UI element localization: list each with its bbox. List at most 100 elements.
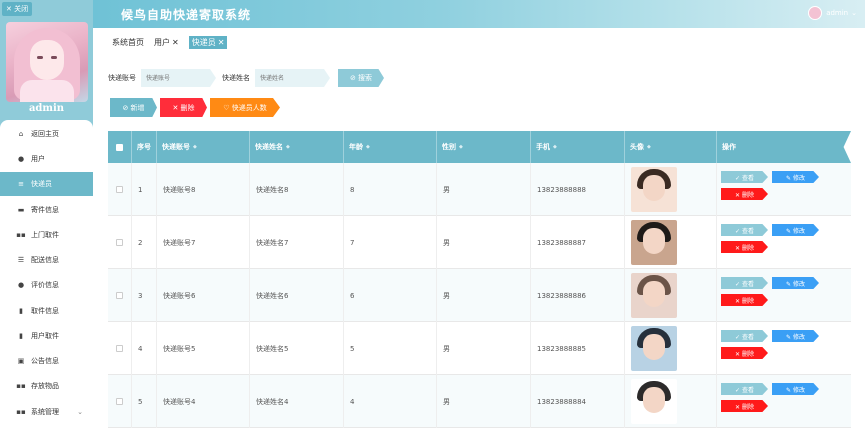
courier-photo[interactable] <box>631 379 677 424</box>
courier-photo[interactable] <box>631 326 677 371</box>
grid-icon: ▪▪ <box>16 231 26 239</box>
add-button[interactable]: ⊘ 新增 <box>110 98 157 117</box>
user-menu[interactable]: admin ⌄ <box>808 6 857 20</box>
remove-button[interactable]: ✕ 删除 <box>721 188 768 200</box>
table-row: 4 快递账号5 快递姓名5 5 男 13823888885 ✓ 查看 ✎ 修改 ✕ 删除 <box>108 322 851 375</box>
cell-gender: 男 <box>437 269 531 322</box>
row-checkbox[interactable] <box>108 322 132 375</box>
view-button[interactable]: ✓ 查看 <box>721 277 768 289</box>
cell-phone: 13823888884 <box>531 375 625 428</box>
view-button[interactable]: ✓ 查看 <box>721 330 768 342</box>
user-icon: ● <box>17 155 25 163</box>
sidebar-item-home[interactable]: ⌂ 返回主页 <box>0 122 93 146</box>
courier-photo[interactable] <box>631 220 677 265</box>
column-index: 序号 <box>132 131 157 163</box>
row-checkbox[interactable] <box>108 269 132 322</box>
edit-button[interactable]: ✎ 修改 <box>772 171 819 183</box>
cell-operations: ✓ 查看 ✎ 修改 ✕ 删除 <box>717 163 851 216</box>
account-label: 快递账号 <box>108 74 136 82</box>
table-row: 2 快递账号7 快递姓名7 7 男 13823888887 ✓ 查看 ✎ 修改 ✕ 删除 <box>108 216 851 269</box>
sidebar-item-users[interactable]: ● 用户 <box>0 147 93 171</box>
close-icon[interactable]: ✕ <box>218 38 225 47</box>
sidebar-item-delivery-info[interactable]: ☰ 配送信息 <box>0 248 93 272</box>
edit-button[interactable]: ✎ 修改 <box>772 383 819 395</box>
cell-index: 3 <box>132 269 157 322</box>
cell-avatar <box>625 322 717 375</box>
remove-button[interactable]: ✕ 删除 <box>721 400 768 412</box>
view-button[interactable]: ✓ 查看 <box>721 224 768 236</box>
column-age[interactable]: 年龄 ◆ <box>344 131 437 163</box>
name-search-input[interactable] <box>255 69 330 87</box>
edit-button[interactable]: ✎ 修改 <box>772 277 819 289</box>
table-row: 3 快递账号6 快递姓名6 6 男 13823888886 ✓ 查看 ✎ 修改 ✕ 删除 <box>108 269 851 322</box>
cell-operations: ✓ 查看 ✎ 修改 ✕ 删除 <box>717 216 851 269</box>
courier-photo[interactable] <box>631 273 677 318</box>
remove-button[interactable]: ✕ 删除 <box>721 294 768 306</box>
cell-age: 8 <box>344 163 437 216</box>
cell-name: 快递姓名8 <box>250 163 344 216</box>
remove-button[interactable]: ✕ 删除 <box>721 347 768 359</box>
user-avatar <box>808 6 823 20</box>
sort-icon: ◆ <box>193 144 197 150</box>
trash-icon: ▮ <box>19 307 23 315</box>
column-account[interactable]: 快递账号 ◆ <box>157 131 250 163</box>
view-button[interactable]: ✓ 查看 <box>721 171 768 183</box>
monitor-icon: ▬ <box>17 206 25 214</box>
sidebar-item-reviews[interactable]: ● 评价信息 <box>0 273 93 297</box>
column-phone[interactable]: 手机 ◆ <box>531 131 625 163</box>
cell-gender: 男 <box>437 375 531 428</box>
cell-age: 4 <box>344 375 437 428</box>
sidebar-item-pickup-info[interactable]: ▮ 取件信息 <box>0 299 93 323</box>
row-checkbox[interactable] <box>108 216 132 269</box>
user-name: admin <box>826 9 849 17</box>
sort-icon: ◆ <box>647 144 651 150</box>
list-icon: ≡ <box>18 180 24 188</box>
cell-operations: ✓ 查看 ✎ 修改 ✕ 删除 <box>717 269 851 322</box>
column-avatar[interactable]: 头像 ◆ <box>625 131 717 163</box>
cell-account: 快递账号5 <box>157 322 250 375</box>
view-button[interactable]: ✓ 查看 <box>721 383 768 395</box>
top-header: 候鸟自助快递寄取系统 admin ⌄ <box>93 0 865 28</box>
sidebar-item-pickup[interactable]: ▪▪ 上门取件 <box>0 223 93 247</box>
sidebar-item-user-pickup[interactable]: ▮ 用户取件 <box>0 324 93 348</box>
column-name[interactable]: 快递姓名 ◆ <box>250 131 344 163</box>
tab-users[interactable]: 用户 ✕ <box>154 37 179 48</box>
cell-account: 快递账号7 <box>157 216 250 269</box>
courier-photo[interactable] <box>631 167 677 212</box>
row-checkbox[interactable] <box>108 163 132 216</box>
row-checkbox[interactable] <box>108 375 132 428</box>
remove-button[interactable]: ✕ 删除 <box>721 241 768 253</box>
sidebar-item-storage[interactable]: ▪▪ 存放物品 <box>0 374 93 398</box>
tab-couriers[interactable]: 快递员 ✕ <box>188 36 228 49</box>
edit-button[interactable]: ✎ 修改 <box>772 224 819 236</box>
sidebar-menu: ⌂ 返回主页 ● 用户 ≡ 快递员 ▬ 寄件信息 ▪▪ 上门取件 ☰ 配送信息 ● 评价信息 … <box>0 120 93 425</box>
search-button[interactable]: ⊘ 搜索 <box>338 69 384 87</box>
delete-button[interactable]: ✕ 删除 <box>160 98 207 117</box>
pin-icon: ● <box>17 281 25 289</box>
cell-phone: 13823888886 <box>531 269 625 322</box>
edit-button[interactable]: ✎ 修改 <box>772 330 819 342</box>
sidebar-item-announcements[interactable]: ▣ 公告信息 <box>0 349 93 373</box>
close-icon[interactable]: ✕ <box>172 38 179 47</box>
account-search-input[interactable] <box>141 69 216 87</box>
courier-count-button[interactable]: ♡ 快递员人数 <box>210 98 280 117</box>
sort-icon: ◆ <box>366 144 370 150</box>
bucket-icon: ▮ <box>19 332 23 340</box>
sidebar-item-couriers[interactable]: ≡ 快递员 <box>0 172 93 196</box>
cell-gender: 男 <box>437 216 531 269</box>
sidebar: ✕ 关闭 admin ⌂ 返回主页 ● 用户 ≡ 快递员 ▬ 寄件信息 ▪▪ 上门取件 ☰… <box>0 0 93 425</box>
cell-phone: 13823888888 <box>531 163 625 216</box>
close-sidebar-button[interactable]: ✕ 关闭 <box>2 2 33 16</box>
sidebar-item-system[interactable]: ▪▪ 系统管理 ⌄ <box>0 400 93 424</box>
cell-name: 快递姓名6 <box>250 269 344 322</box>
column-gender[interactable]: 性别 ◆ <box>437 131 531 163</box>
tab-home[interactable]: 系统首页 <box>112 37 144 48</box>
cell-age: 6 <box>344 269 437 322</box>
cell-age: 7 <box>344 216 437 269</box>
search-bar: 快递账号 快递姓名 ⊘ 搜索 <box>108 69 384 87</box>
name-label: 快递姓名 <box>222 74 250 82</box>
select-all-checkbox[interactable] <box>108 131 132 163</box>
sidebar-item-shipping-info[interactable]: ▬ 寄件信息 <box>0 198 93 222</box>
cell-avatar <box>625 375 717 428</box>
sort-icon: ◆ <box>553 144 557 150</box>
